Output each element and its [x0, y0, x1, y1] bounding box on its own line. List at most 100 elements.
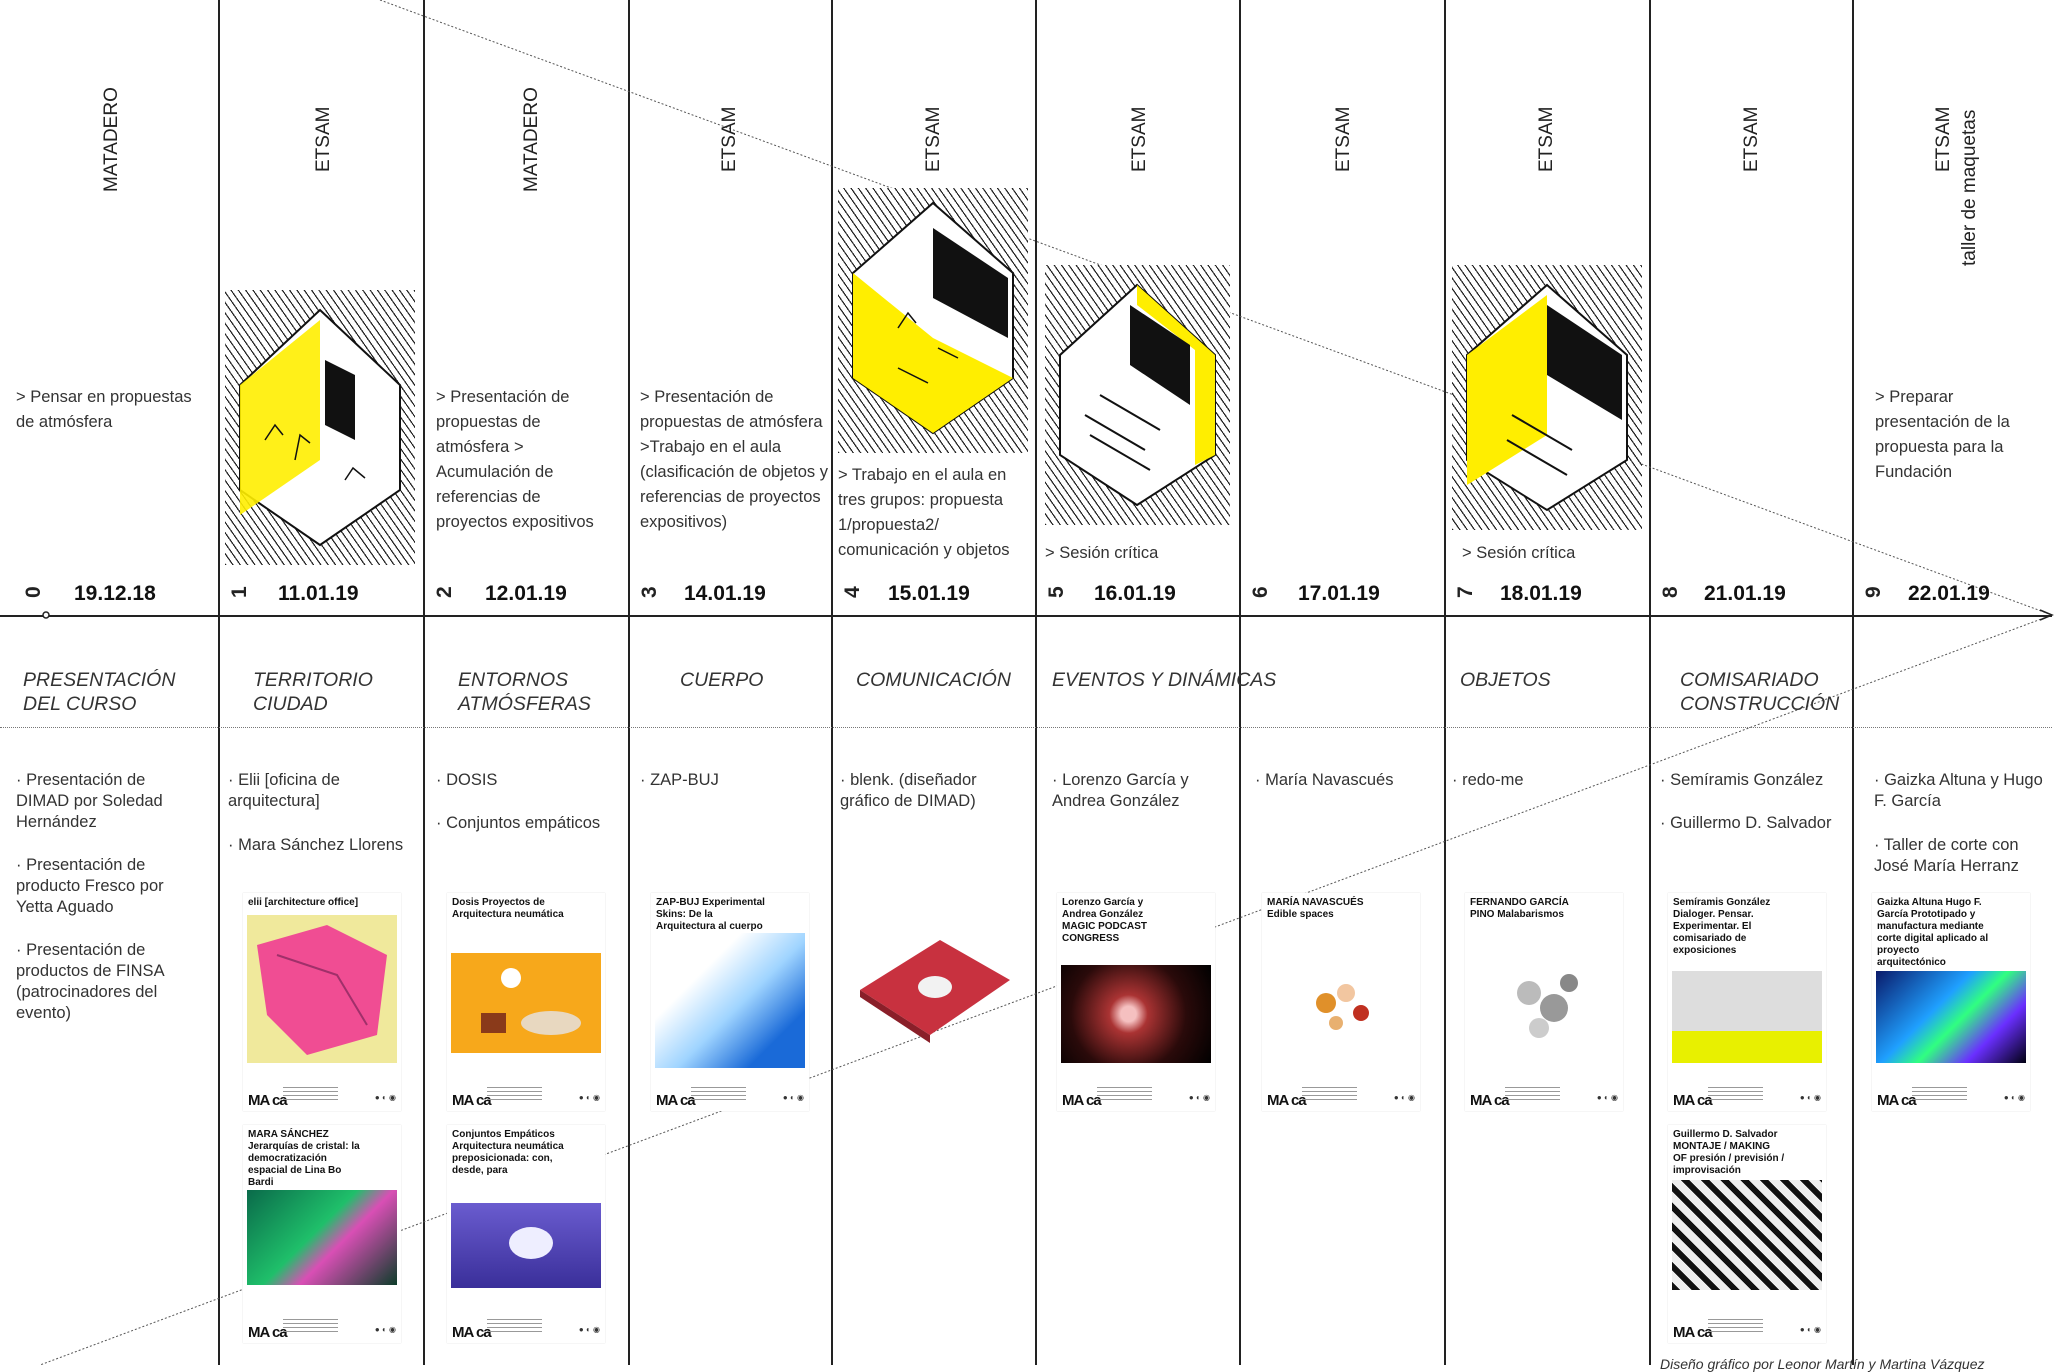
sponsor-logos: ● ◐ ◉	[1188, 1093, 1210, 1102]
sponsor-logos: ● ◐ ◉	[1596, 1093, 1618, 1102]
poster-title: Dosis Proyectos de Arquitectura neumátic…	[452, 897, 564, 920]
theme-label: CUERPO	[680, 669, 764, 691]
guest-entry: · ZAP-BUJ	[640, 771, 719, 789]
session-number: 9	[1862, 586, 1885, 598]
location-label: ETSAM	[1536, 106, 1557, 172]
poster-credits	[1505, 1087, 1560, 1101]
maca-logo: MA ca	[1877, 1092, 1917, 1109]
poster-title: Guillermo D. Salvador MONTAJE / MAKING O…	[1673, 1129, 1785, 1176]
event-poster: Guillermo D. Salvador MONTAJE / MAKING O…	[1668, 1125, 1826, 1343]
section-divider	[0, 727, 2052, 728]
location-label: taller de maquetas	[1959, 109, 1980, 266]
location-label: ETSAM	[1333, 106, 1354, 172]
guest-entry: · redo-me	[1452, 771, 1524, 789]
poster-credits	[1708, 1087, 1763, 1101]
poster-image	[1672, 1180, 1822, 1290]
event-poster: Dosis Proyectos de Arquitectura neumátic…	[447, 893, 605, 1111]
location-label: ETSAM	[1129, 106, 1150, 172]
guest-entry: · Semíramis González	[1660, 771, 1824, 789]
poster-credits	[691, 1087, 746, 1101]
guest-entry: · blenk. (diseñador gráfico de DIMAD)	[840, 771, 977, 810]
session-number: 4	[841, 586, 864, 598]
event-poster: Lorenzo García y Andrea González MAGIC P…	[1057, 893, 1215, 1111]
poster-image	[247, 1190, 397, 1285]
timeline-diagram: MATADERO ETSAM MATADERO ETSAM ETSAM ETSA…	[0, 0, 2060, 1372]
guest-entry: · Elii [oficina de arquitectura]	[228, 771, 340, 810]
theme-label: COMISARIADO CONSTRUCCIÓN	[1680, 669, 1840, 715]
location-label: ETSAM	[923, 106, 944, 172]
red-book-object	[855, 935, 1015, 1045]
maca-logo: MA ca	[452, 1092, 492, 1109]
event-poster: FERNANDO GARCÍA PINO Malabarismos MA ca …	[1465, 893, 1623, 1111]
poster-title: Lorenzo García y Andrea González MAGIC P…	[1062, 897, 1147, 944]
poster-title: FERNANDO GARCÍA PINO Malabarismos	[1470, 897, 1569, 920]
activity-note: > Pensar en propuestas de atmósfera	[16, 388, 192, 431]
classroom-illustration	[1045, 265, 1230, 525]
session-number: 3	[638, 586, 661, 598]
poster-image	[451, 1203, 601, 1288]
maca-logo: MA ca	[1267, 1092, 1307, 1109]
session-date: 16.01.19	[1094, 582, 1176, 605]
maca-logo: MA ca	[248, 1324, 288, 1341]
theme-label: OBJETOS	[1460, 669, 1551, 691]
poster-image	[1266, 933, 1416, 1063]
poster-image	[1876, 971, 2026, 1063]
sponsor-logos: ● ◐ ◉	[782, 1093, 804, 1102]
guest-entry: · Guillermo D. Salvador	[1660, 814, 1832, 832]
poster-title: ZAP-BUJ Experimental Skins: De la Arquit…	[656, 897, 765, 932]
poster-title: Gaizka Altuna Hugo F. García Prototipado…	[1877, 897, 1989, 968]
poster-credits	[1708, 1319, 1763, 1333]
guest-entry: · Mara Sánchez Llorens	[228, 836, 404, 854]
session-date: 19.12.18	[74, 582, 156, 605]
poster-credits	[1912, 1087, 1967, 1101]
theme-label: COMUNICACIÓN	[856, 669, 1011, 691]
session-number: 8	[1659, 586, 1682, 598]
session-date: 21.01.19	[1704, 582, 1786, 605]
poster-credits	[1302, 1087, 1357, 1101]
guest-entry: · Presentación de DIMAD por Soledad Hern…	[16, 771, 163, 831]
poster-title: MARA SÁNCHEZ Jerarquías de cristal: la d…	[248, 1129, 360, 1188]
guest-entry: · María Navascués	[1255, 771, 1394, 789]
session-date: 15.01.19	[888, 582, 970, 605]
sponsor-logos: ● ◐ ◉	[374, 1325, 396, 1334]
poster-image	[1061, 965, 1211, 1063]
session-date: 18.01.19	[1500, 582, 1582, 605]
poster-image	[1672, 971, 1822, 1063]
classroom-illustration	[838, 188, 1028, 453]
guest-entry: · Presentación de producto Fresco por Ye…	[16, 856, 164, 916]
sponsor-logos: ● ◐ ◉	[1799, 1325, 1821, 1334]
maca-logo: MA ca	[656, 1092, 696, 1109]
classroom-illustration	[1452, 265, 1642, 530]
location-label: ETSAM	[719, 106, 740, 172]
poster-title: MARÍA NAVASCUÉS Edible spaces	[1267, 897, 1364, 920]
sponsor-logos: ● ◐ ◉	[2003, 1093, 2025, 1102]
poster-title: Conjuntos Empáticos Arquitectura neumáti…	[452, 1129, 564, 1176]
maca-logo: MA ca	[1062, 1092, 1102, 1109]
event-poster: MARÍA NAVASCUÉS Edible spaces MA ca ● ◐ …	[1262, 893, 1420, 1111]
event-poster: elii [architecture office] MA ca ● ◐ ◉	[243, 893, 401, 1111]
sponsor-logos: ● ◐ ◉	[578, 1093, 600, 1102]
theme-label: PRESENTACIÓN DEL CURSO	[23, 669, 176, 715]
location-label: ETSAM	[1933, 106, 1954, 172]
poster-credits	[283, 1319, 338, 1333]
event-poster: MARA SÁNCHEZ Jerarquías de cristal: la d…	[243, 1125, 401, 1343]
session-date: 22.01.19	[1908, 582, 1990, 605]
guest-entry: · Conjuntos empáticos	[436, 814, 601, 832]
maca-logo: MA ca	[1673, 1324, 1713, 1341]
session-date: 14.01.19	[684, 582, 766, 605]
maca-logo: MA ca	[248, 1092, 288, 1109]
poster-image	[655, 933, 805, 1068]
maca-logo: MA ca	[1673, 1092, 1713, 1109]
sponsor-logos: ● ◐ ◉	[1393, 1093, 1415, 1102]
poster-image	[247, 915, 397, 1063]
poster-image	[451, 953, 601, 1053]
poster-credits	[283, 1087, 338, 1101]
activity-note: > Presentación de propuestas de atmósfer…	[640, 388, 829, 531]
location-label: MATADERO	[521, 87, 542, 192]
classroom-illustration	[225, 290, 415, 565]
theme-label: EVENTOS Y DINÁMICAS	[1052, 669, 1277, 691]
maca-logo: MA ca	[1470, 1092, 1510, 1109]
design-credit: Diseño gráfico por Leonor Martín y Marti…	[1660, 1356, 1985, 1372]
session-number: 6	[1249, 586, 1272, 598]
poster-credits	[1097, 1087, 1152, 1101]
